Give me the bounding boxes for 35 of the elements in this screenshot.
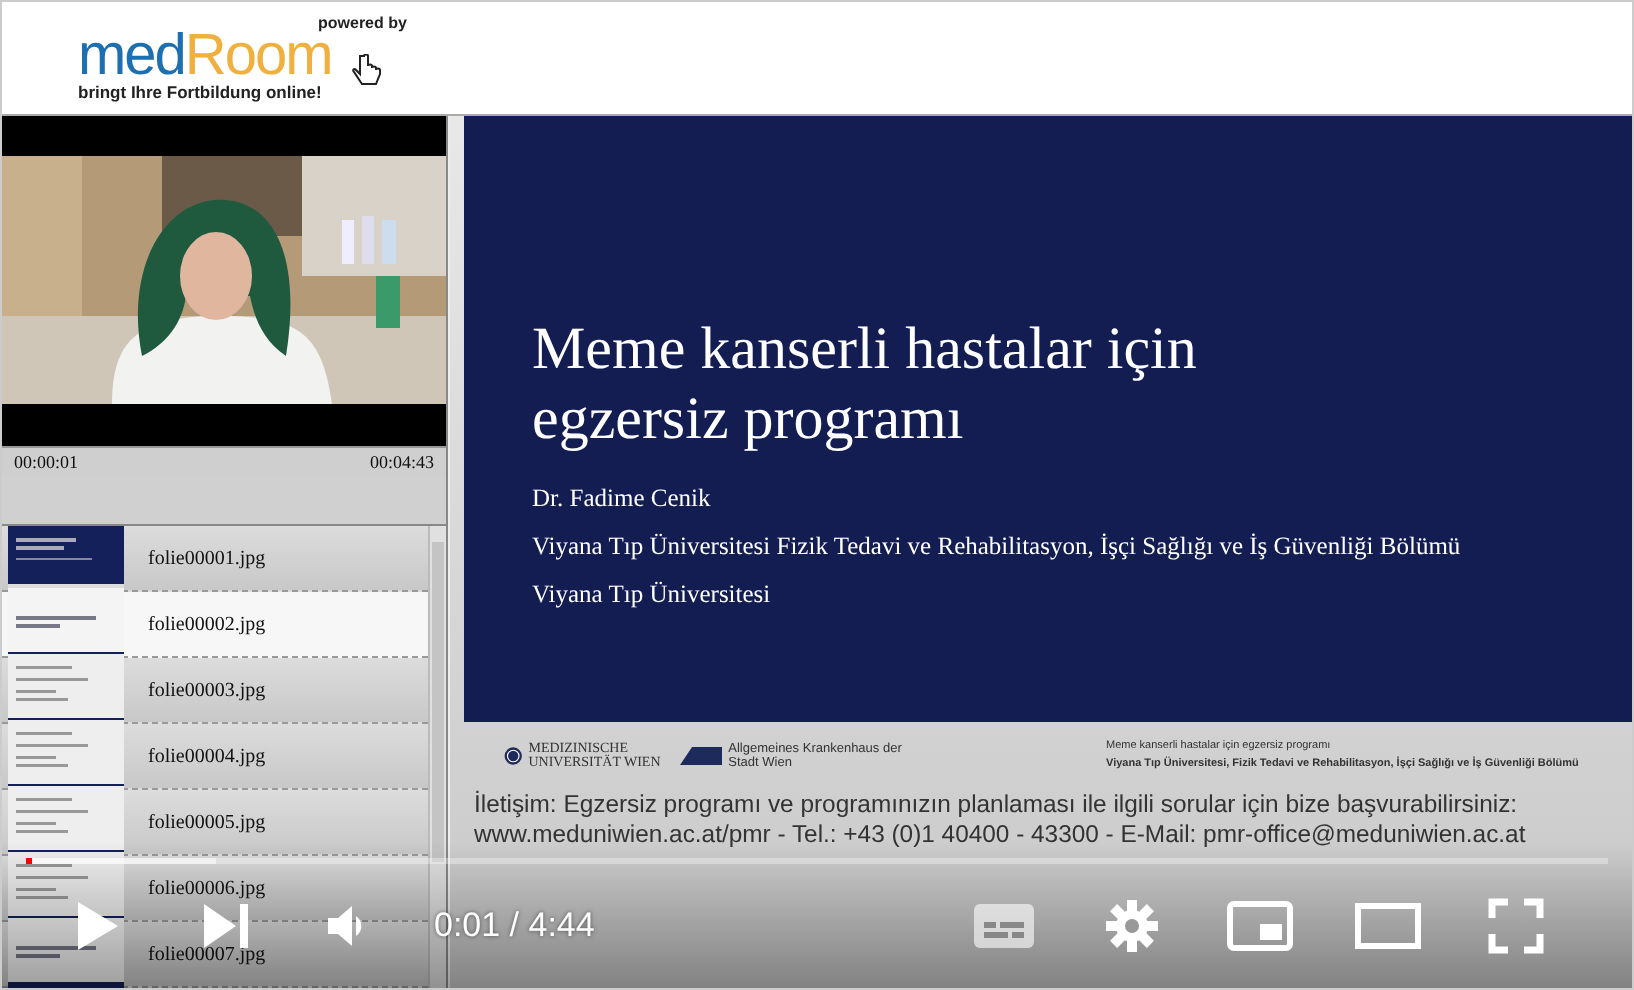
logo-tagline: bringt Ihre Fortbildung online! (78, 82, 322, 102)
playback-time: 0:01 / 4:44 (434, 906, 595, 946)
volume-icon (326, 904, 366, 948)
hand-cursor-icon (350, 54, 382, 90)
elapsed-time: 00:00:01 (14, 452, 79, 472)
slide-thumbnail (8, 918, 124, 988)
logo-wordmark: medRoom (78, 32, 332, 80)
slide-list-item[interactable]: folie00005.jpg (2, 790, 428, 856)
subtitles-icon (972, 902, 1036, 950)
play-icon (76, 900, 120, 952)
slide-list-item[interactable]: folie00006.jpg (2, 856, 428, 922)
slide-thumbnail (8, 720, 124, 792)
slide-list-item[interactable]: folie00001.jpg (2, 526, 428, 592)
powered-by-label: powered by (318, 14, 407, 32)
slide-department: Viyana Tıp Üniversitesi Fizik Tedavi ve Rehabilitasyon, İşçi Sağlığı ve İş Güvenliği Bölümü (532, 530, 1463, 564)
settings-icon (1106, 900, 1158, 952)
slide-author: Dr. Fadime Cenik (532, 482, 713, 516)
slide-title: Meme kanserli hastalar için egzersiz programı (532, 314, 1199, 454)
slide-thumbnail (8, 588, 124, 660)
next-icon (202, 902, 250, 950)
slide-thumbnail (8, 526, 124, 594)
total-time: 00:04:43 (369, 452, 434, 472)
slide-list-item[interactable]: folie00003.jpg (2, 658, 428, 724)
contact-line: İletişim: Egzersiz programı ve programınızın planlaması ile ilgili sorular için bize başvurabilirsiniz: (474, 790, 1520, 820)
slide-list-item[interactable]: folie00007.jpg (2, 922, 428, 988)
fullscreen-icon (1488, 898, 1544, 954)
slide-list-item[interactable]: folie00002.jpg (2, 592, 428, 658)
miniplayer-icon (1226, 900, 1294, 952)
slide-list-item[interactable]: folie00004.jpg (2, 724, 428, 790)
theater-mode-icon (1354, 902, 1422, 950)
slide-thumbnail (8, 786, 124, 858)
contact-line: www.meduniwien.ac.at/pmr - Tel.: +43 (0)1 40400 - 43300 - E-Mail: pmr-office@meduniwien.ac.at (474, 820, 1528, 850)
slide-thumbnail (8, 654, 124, 726)
slide-institution: Viyana Tıp Üniversitesi (532, 578, 773, 612)
hospital-logo-icon (680, 744, 723, 768)
